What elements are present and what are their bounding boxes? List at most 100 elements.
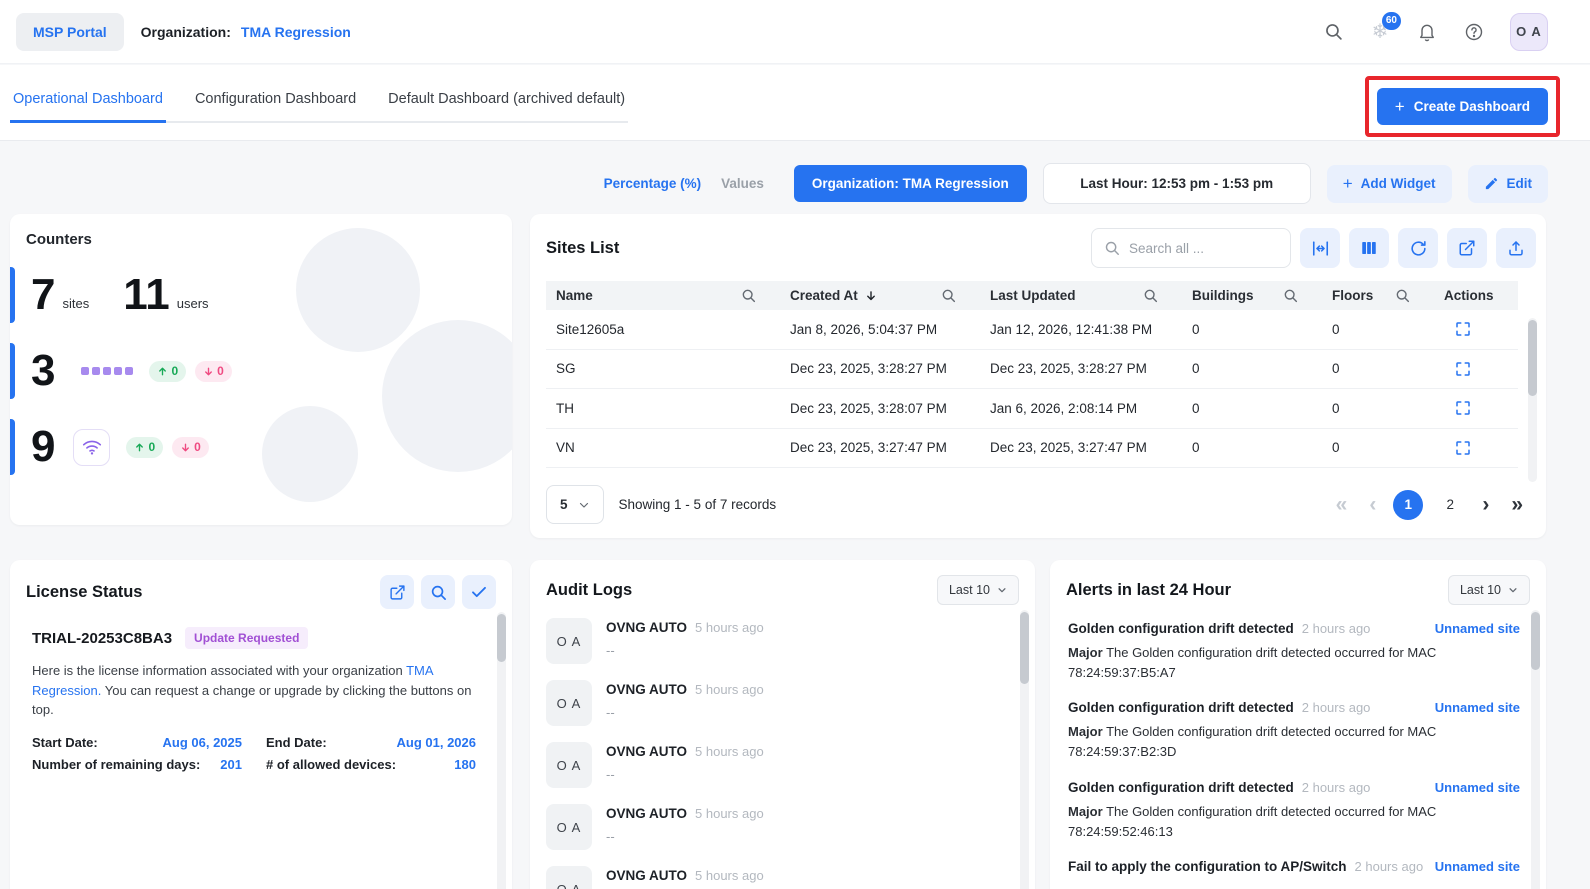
columns-icon (1360, 239, 1378, 257)
column-header-name[interactable]: Name (546, 288, 780, 303)
alerts-filter-button[interactable]: Last 10 (1448, 575, 1530, 605)
organization-name-link[interactable]: TMA Regression (241, 24, 351, 40)
cell-floors: 0 (1322, 440, 1434, 455)
add-widget-button[interactable]: + Add Widget (1327, 165, 1452, 203)
column-header-floors[interactable]: Floors (1322, 288, 1434, 303)
list-item[interactable]: O A OVNG AUTO5 hours ago -- (546, 742, 1011, 788)
sites-list-widget: Sites List (530, 214, 1546, 538)
search-icon[interactable] (1322, 21, 1344, 43)
refresh-button[interactable] (1398, 228, 1438, 268)
create-dashboard-button[interactable]: + Create Dashboard (1377, 88, 1548, 125)
next-page-button[interactable]: › (1475, 494, 1496, 515)
sites-list-toolbar (1091, 228, 1536, 268)
scrollbar-track[interactable] (497, 612, 506, 889)
allowed-devices-value: 180 (454, 757, 476, 772)
list-item[interactable]: O A OVNG AUTO5 hours ago -- (546, 804, 1011, 850)
tab-configuration-dashboard[interactable]: Configuration Dashboard (192, 91, 359, 121)
sites-pagination: 5 Showing 1 - 5 of 7 records « ‹ 1 2 › » (546, 484, 1530, 525)
arrow-down-icon (180, 442, 191, 453)
scan-icon (1454, 360, 1472, 378)
scrollbar-thumb[interactable] (1020, 612, 1029, 684)
percentage-toggle[interactable]: Percentage (%) (604, 176, 702, 191)
end-date-label: End Date: (266, 735, 327, 750)
license-key: TRIAL-20253C8BA3 (32, 630, 172, 647)
last-page-button[interactable]: » (1504, 494, 1530, 515)
column-search-icon[interactable] (1143, 288, 1158, 303)
row-expand-button[interactable] (1444, 320, 1472, 338)
time-range-selector[interactable]: Last Hour: 12:53 pm - 1:53 pm (1043, 163, 1311, 204)
columns-button[interactable] (1349, 228, 1389, 268)
license-search-button[interactable] (421, 575, 455, 609)
scrollbar-track[interactable] (1528, 318, 1537, 482)
user-avatar[interactable]: O A (1510, 13, 1548, 51)
open-in-new-icon (1458, 239, 1476, 257)
list-item[interactable]: Golden configuration drift detected 2 ho… (1068, 621, 1520, 683)
trend-down-pill: 0 (195, 361, 232, 382)
tab-operational-dashboard[interactable]: Operational Dashboard (10, 91, 166, 123)
table-row[interactable]: SG Dec 23, 2025, 3:28:27 PM Dec 23, 2025… (546, 350, 1518, 390)
scrollbar-track[interactable] (1531, 610, 1540, 889)
prev-page-button[interactable]: ‹ (1362, 494, 1383, 515)
organization-filter-button[interactable]: Organization: TMA Regression (794, 165, 1027, 202)
scrollbar-track[interactable] (1020, 610, 1029, 889)
scan-icon (1454, 439, 1472, 457)
notifications-bell-icon[interactable] (1416, 21, 1438, 43)
list-item[interactable]: Golden configuration drift detected 2 ho… (1068, 780, 1520, 842)
plus-icon: + (1395, 98, 1405, 115)
audit-detail: -- (606, 643, 764, 658)
first-page-button[interactable]: « (1329, 494, 1355, 515)
list-item[interactable]: Golden configuration drift detected 2 ho… (1068, 700, 1520, 762)
alert-time: 2 hours ago (1355, 859, 1424, 874)
alert-site-link[interactable]: Unnamed site (1435, 780, 1520, 795)
sites-table: Name Created At Last Updated Buildings (546, 281, 1518, 468)
alert-site-link[interactable]: Unnamed site (1435, 859, 1520, 874)
scrollbar-thumb[interactable] (1531, 612, 1540, 670)
cell-name: VN (546, 440, 780, 455)
help-icon[interactable] (1463, 21, 1485, 43)
list-item[interactable]: Fail to apply the configuration to AP/Sw… (1068, 859, 1520, 874)
page-2-button[interactable]: 2 (1435, 490, 1465, 520)
scan-icon (1454, 399, 1472, 417)
column-search-icon[interactable] (941, 288, 956, 303)
column-header-created-at[interactable]: Created At (780, 288, 980, 303)
page-1-button[interactable]: 1 (1393, 490, 1423, 520)
open-in-new-button[interactable] (1447, 228, 1487, 268)
column-header-buildings[interactable]: Buildings (1182, 288, 1322, 303)
list-item[interactable]: O A OVNG AUTO5 hours ago -- (546, 866, 1011, 889)
list-item[interactable]: O A OVNG AUTO5 hours ago -- (546, 680, 1011, 726)
row-expand-button[interactable] (1444, 360, 1472, 378)
edit-label: Edit (1507, 176, 1533, 191)
alerts-list: Golden configuration drift detected 2 ho… (1050, 617, 1546, 874)
tab-default-dashboard[interactable]: Default Dashboard (archived default) (385, 91, 628, 121)
column-search-icon[interactable] (1395, 288, 1410, 303)
column-header-last-updated[interactable]: Last Updated (980, 288, 1182, 303)
open-in-new-button[interactable] (380, 575, 414, 609)
msp-portal-button[interactable]: MSP Portal (16, 13, 124, 51)
cell-last-updated: Jan 6, 2026, 2:08:14 PM (980, 401, 1182, 416)
wifi-icon (73, 429, 110, 466)
table-row[interactable]: Site12605a Jan 8, 2026, 5:04:37 PM Jan 1… (546, 310, 1518, 350)
row-expand-button[interactable] (1444, 399, 1472, 417)
alert-title: Golden configuration drift detected (1068, 700, 1294, 715)
table-row[interactable]: TH Dec 23, 2025, 3:28:07 PM Jan 6, 2026,… (546, 389, 1518, 429)
scrollbar-thumb[interactable] (1528, 320, 1537, 396)
edit-button[interactable]: Edit (1468, 165, 1549, 203)
audit-filter-button[interactable]: Last 10 (937, 575, 1019, 605)
sites-search-input[interactable] (1129, 241, 1278, 256)
dashboard-tabs: Operational Dashboard Configuration Dash… (10, 91, 628, 123)
table-row[interactable]: VN Dec 23, 2025, 3:27:47 PM Dec 23, 2025… (546, 429, 1518, 469)
scrollbar-thumb[interactable] (497, 614, 506, 662)
column-search-icon[interactable] (1283, 288, 1298, 303)
page-size-select[interactable]: 5 (546, 485, 604, 524)
license-approve-button[interactable] (462, 575, 496, 609)
list-item[interactable]: O A OVNG AUTO5 hours ago -- (546, 618, 1011, 664)
alert-site-link[interactable]: Unnamed site (1435, 700, 1520, 715)
whats-new-snowflake-icon[interactable]: ❄ 60 (1369, 21, 1391, 43)
column-search-icon[interactable] (741, 288, 756, 303)
alert-site-link[interactable]: Unnamed site (1435, 621, 1520, 636)
export-button[interactable] (1496, 228, 1536, 268)
values-toggle[interactable]: Values (721, 176, 764, 191)
row-expand-button[interactable] (1444, 439, 1472, 457)
fit-columns-button[interactable] (1300, 228, 1340, 268)
audit-user: OVNG AUTO (606, 868, 687, 883)
